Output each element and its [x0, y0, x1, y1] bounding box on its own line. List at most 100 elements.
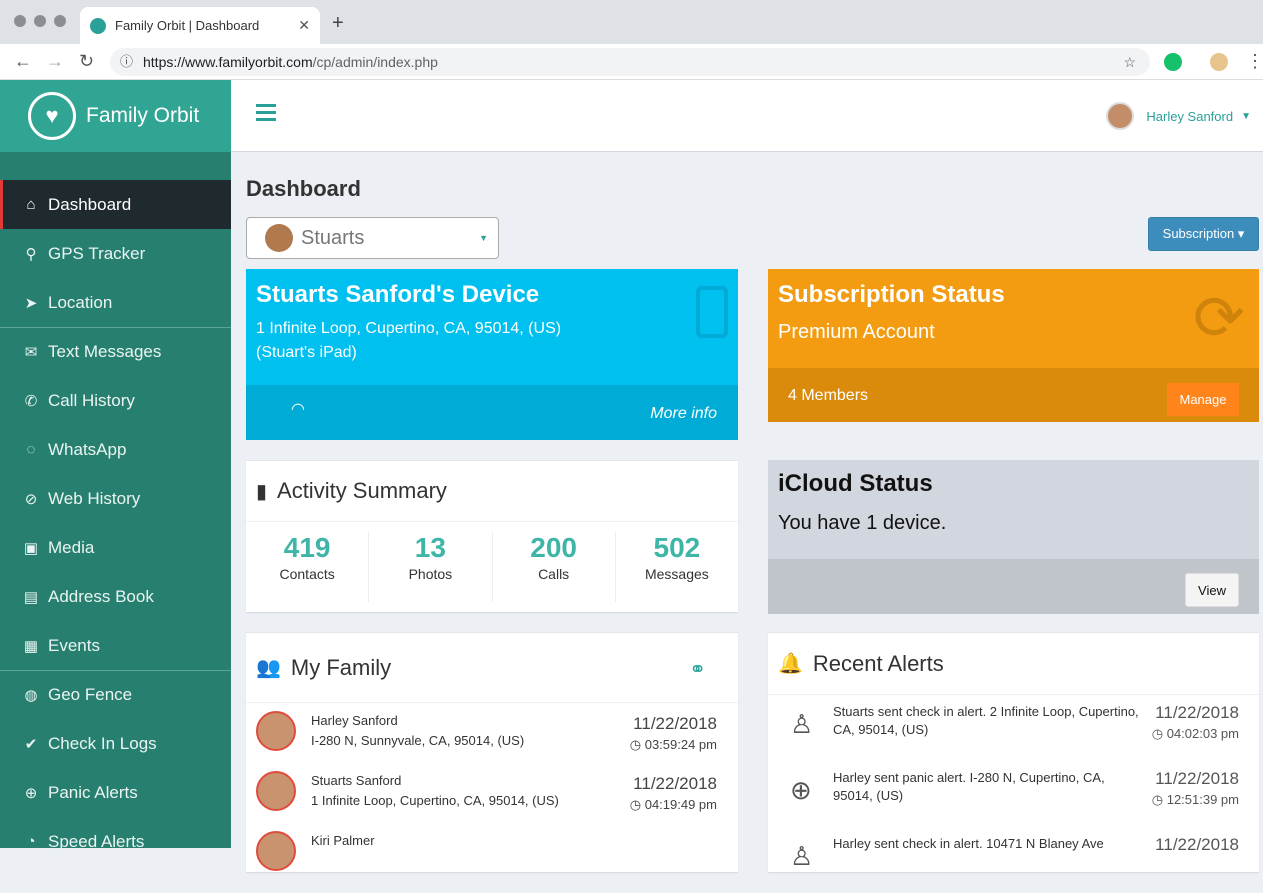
calendar-icon: ▦ — [23, 637, 39, 655]
minimize-window-icon[interactable] — [34, 15, 46, 27]
alert-date: 11/22/2018 ◷ 12:51:39 pm — [1152, 769, 1239, 808]
stat-value: 13 — [414, 532, 446, 563]
stat-contacts[interactable]: 419 Contacts — [246, 532, 370, 602]
favicon-icon — [90, 17, 106, 34]
alerts-list: ♙ Stuarts sent check in alert. 2 Infinite… — [768, 695, 1259, 893]
time-text: ◷ 12:51:39 pm — [1152, 792, 1239, 808]
alert-date: 11/22/2018 ◷ 04:02:03 pm — [1152, 703, 1239, 742]
profile-icon[interactable] — [1210, 53, 1228, 71]
page-title: Dashboard — [246, 176, 361, 201]
more-info-link[interactable]: More info — [650, 405, 717, 423]
sidebar-item-call-history[interactable]: ✆ Call History — [0, 376, 231, 425]
stat-messages[interactable]: 502 Messages — [616, 532, 738, 602]
family-list: Harley Sanford I-280 N, Sunnyvale, CA, 95… — [246, 703, 738, 883]
list-item[interactable]: Kiri Palmer — [246, 823, 738, 883]
sidebar-menu: ⌂ Dashboard ⚲ GPS Tracker ➤ Location ✉ Text Mes… — [0, 180, 231, 866]
browser-tab[interactable]: Family Orbit | Dashboard ✕ — [80, 7, 320, 44]
sidebar-item-web-history[interactable]: ⊘ Web History — [0, 474, 231, 523]
info-icon[interactable]: ⓘ — [120, 48, 133, 76]
sidebar-item-gps-tracker[interactable]: ⚲ GPS Tracker — [0, 229, 231, 278]
sidebar-item-address-book[interactable]: ▤ Address Book — [0, 572, 231, 621]
device-box: Stuarts Sanford's Device 1 Infinite Loop… — [246, 269, 738, 440]
date-text: 11/22/2018 — [633, 774, 717, 793]
list-item[interactable]: Harley Sanford I-280 N, Sunnyvale, CA, 95… — [246, 703, 738, 763]
sidebar-item-panic-alerts[interactable]: ⊕ Panic Alerts — [0, 768, 231, 817]
browser-menu-icon[interactable]: ⋮ — [1246, 51, 1263, 72]
forward-icon[interactable]: → — [46, 51, 64, 72]
stat-photos[interactable]: 13 Photos — [369, 532, 493, 602]
file-icon: ▮ — [256, 480, 268, 503]
sidebar-item-media[interactable]: ▣ Media — [0, 523, 231, 572]
date-text: 11/22/2018 — [633, 714, 717, 733]
refresh-icon: ⟳ — [1193, 284, 1245, 353]
close-tab-icon[interactable]: ✕ — [298, 17, 310, 34]
alert-text: Harley sent panic alert. I-280 N, Cupert… — [833, 770, 1105, 803]
wifi-icon: ◠ — [291, 401, 305, 418]
sidebar-item-label: Events — [48, 635, 100, 655]
person-pin-icon: ♙ — [790, 841, 814, 871]
compass-icon: ⊘ — [24, 490, 38, 508]
paper-plane-icon: ➤ — [24, 294, 38, 312]
sidebar-item-label: Call History — [48, 390, 135, 410]
list-item[interactable]: Stuarts Sanford 1 Infinite Loop, Cupertin… — [246, 763, 738, 823]
activity-stats: 419 Contacts 13 Photos 200 Calls 502 Messages — [246, 522, 738, 602]
member-avatar — [265, 224, 293, 252]
date-text: 11/22/2018 — [1155, 703, 1239, 722]
home-icon: ⌂ — [26, 196, 36, 213]
time-text: ◷ 03:59:24 pm — [630, 737, 717, 753]
grammarly-extension-icon[interactable] — [1164, 53, 1182, 71]
back-icon[interactable]: ← — [14, 51, 32, 72]
browser-toolbar: ← → ↻ ⓘ https://www.familyorbit.com/cp/a… — [0, 44, 1263, 80]
phone-icon: ✆ — [24, 392, 38, 410]
top-header: Harley Sanford ▼ — [231, 80, 1263, 152]
bookmark-star-icon[interactable]: ☆ — [1123, 48, 1136, 76]
hamburger-menu-icon[interactable] — [256, 104, 276, 125]
bell-icon: 🔔 — [778, 653, 803, 675]
alert-date: 11/22/2018 — [1155, 835, 1239, 855]
list-item[interactable]: ♙ Harley sent check in alert. 10471 N Bla… — [768, 827, 1259, 893]
new-tab-icon[interactable]: + — [332, 12, 344, 35]
manage-button[interactable]: Manage — [1167, 383, 1239, 416]
browser-tab-strip: Family Orbit | Dashboard ✕ + — [0, 0, 1263, 44]
stat-calls[interactable]: 200 Calls — [493, 532, 616, 602]
avatar — [256, 711, 296, 751]
sidebar-item-dashboard[interactable]: ⌂ Dashboard — [0, 180, 231, 229]
device-model: (Stuart's iPad) — [256, 344, 357, 361]
sidebar-item-speed-alerts[interactable]: ◔ Speed Alerts — [0, 817, 231, 866]
sidebar: ♥ Family Orbit ⌂ Dashboard ⚲ GPS Tracker ➤ Lo… — [0, 80, 231, 851]
link-icon[interactable]: ⚭ — [689, 657, 706, 682]
avatar — [1106, 102, 1135, 130]
sidebar-item-geo-fence[interactable]: ◍ Geo Fence — [0, 670, 231, 719]
reload-icon[interactable]: ↻ — [79, 51, 94, 72]
list-item[interactable]: ♙ Stuarts sent check in alert. 2 Infinite… — [768, 695, 1259, 761]
stat-label: Photos — [408, 566, 453, 582]
sidebar-item-location[interactable]: ➤ Location — [0, 278, 231, 327]
tab-title: Family Orbit | Dashboard — [115, 18, 260, 33]
clock-icon: ◷ — [629, 737, 645, 752]
caret-down-icon: ▼ — [1241, 110, 1251, 122]
sidebar-item-events[interactable]: ▦ Events — [0, 621, 231, 670]
member-date: 11/22/2018 ◷ 04:19:49 pm — [630, 774, 717, 813]
sidebar-item-whatsapp[interactable]: ◌ WhatsApp — [0, 425, 231, 474]
selected-member: Stuarts — [301, 226, 365, 249]
user-menu[interactable]: Harley Sanford ▼ — [1106, 102, 1251, 130]
maximize-window-icon[interactable] — [54, 15, 66, 27]
list-item[interactable]: ⊕ Harley sent panic alert. I-280 N, Cuper… — [768, 761, 1259, 827]
caret-down-icon: ▼ — [479, 233, 488, 243]
sidebar-item-label: Web History — [48, 488, 141, 508]
whatsapp-icon: ◌ — [26, 441, 36, 458]
family-title: My Family — [290, 654, 392, 680]
brand-logo[interactable]: ♥ Family Orbit — [0, 80, 231, 152]
subscription-box: Subscription Status Premium Account ⟳ 4 … — [768, 269, 1259, 422]
activity-summary-card: ▮ Activity Summary 419 Contacts 13 Photos 200… — [246, 460, 738, 612]
my-family-card: 👥 My Family ⚭ Harley Sanford I-280 N, Sunn… — [246, 632, 738, 872]
sidebar-item-check-in-logs[interactable]: ✔ Check In Logs — [0, 719, 231, 768]
family-orbit-logo-icon: ♥ — [28, 92, 76, 140]
close-window-icon[interactable] — [14, 15, 26, 27]
subscription-button[interactable]: Subscription ▾ — [1148, 217, 1259, 251]
sidebar-item-text-messages[interactable]: ✉ Text Messages — [0, 327, 231, 376]
address-bar[interactable]: ⓘ https://www.familyorbit.com/cp/admin/i… — [110, 48, 1150, 76]
member-select[interactable]: Stuarts ▼ — [246, 217, 499, 259]
member-name: Kiri Palmer — [311, 833, 375, 848]
view-button[interactable]: View — [1185, 573, 1239, 607]
